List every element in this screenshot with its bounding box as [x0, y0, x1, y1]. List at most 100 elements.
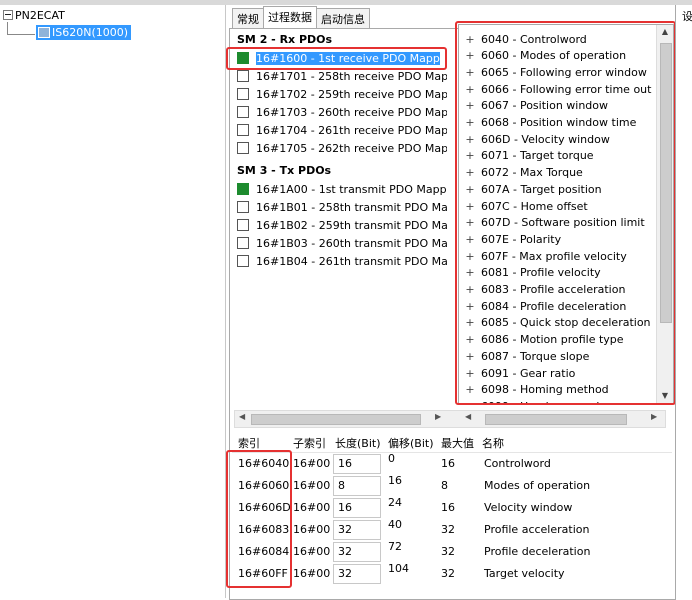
- length-field[interactable]: 32: [333, 542, 381, 562]
- object-item[interactable]: +607F - Max profile velocity: [465, 248, 626, 264]
- col-length[interactable]: 长度(Bit): [335, 435, 381, 451]
- table-row[interactable]: 16#6040 16#00 16 0 16 Controlword: [232, 452, 672, 475]
- device-tree[interactable]: PN2ECAT IS620N(1000): [0, 5, 226, 598]
- scroll-right-icon[interactable]: ▶: [435, 412, 441, 421]
- object-item[interactable]: +6098 - Homing method: [465, 382, 608, 398]
- tree-item-device[interactable]: IS620N(1000): [36, 25, 132, 40]
- pdo-checkbox[interactable]: [237, 88, 249, 100]
- tab-process-data[interactable]: 过程数据: [263, 6, 317, 28]
- object-item[interactable]: +607D - Software position limit: [465, 215, 644, 231]
- tx-pdo-item[interactable]: 16#1B04 - 261th transmit PDO Ma: [237, 252, 447, 270]
- length-field[interactable]: 16: [333, 454, 381, 474]
- scroll-down-icon[interactable]: ▼: [660, 391, 670, 401]
- object-item[interactable]: +6066 - Following error time out: [465, 81, 651, 97]
- pdo-checkbox[interactable]: [237, 106, 249, 118]
- rx-pdo-item[interactable]: 16#1702 - 259th receive PDO Map: [237, 85, 447, 103]
- expand-icon[interactable]: +: [465, 283, 475, 296]
- col-index[interactable]: 索引: [238, 435, 260, 451]
- expand-icon[interactable]: +: [465, 99, 475, 112]
- object-item[interactable]: +6067 - Position window: [465, 98, 608, 114]
- pdo-checkbox[interactable]: [237, 201, 249, 213]
- col-offset[interactable]: 偏移(Bit): [388, 435, 434, 451]
- object-item[interactable]: +6091 - Gear ratio: [465, 365, 575, 381]
- col-subindex[interactable]: 子索引: [293, 435, 326, 451]
- length-field[interactable]: 16: [333, 498, 381, 518]
- pdo-checkbox[interactable]: [237, 219, 249, 231]
- rx-pdo-item[interactable]: 16#1701 - 258th receive PDO Map: [237, 67, 447, 85]
- expand-icon[interactable]: +: [465, 83, 475, 96]
- length-field[interactable]: 32: [333, 564, 381, 584]
- expand-icon[interactable]: +: [465, 333, 475, 346]
- table-row[interactable]: 16#6083 16#00 32 40 32 Profile acceleration: [232, 518, 672, 541]
- expand-icon[interactable]: +: [465, 166, 475, 179]
- object-item[interactable]: +6040 - Controlword: [465, 31, 586, 47]
- horizontal-scrollbar[interactable]: ◀ ▶ ◀ ▶: [234, 410, 666, 428]
- object-item[interactable]: +607E - Polarity: [465, 231, 561, 247]
- collapse-icon[interactable]: [3, 10, 13, 20]
- expand-icon[interactable]: +: [465, 250, 475, 263]
- object-dictionary-list[interactable]: +6040 - Controlword +6060 - Modes of oper…: [458, 24, 674, 404]
- pdo-checkbox[interactable]: [237, 70, 249, 82]
- expand-icon[interactable]: +: [465, 367, 475, 380]
- object-item[interactable]: +6060 - Modes of operation: [465, 48, 626, 64]
- col-max[interactable]: 最大值: [441, 435, 474, 451]
- expand-icon[interactable]: +: [465, 149, 475, 162]
- table-row[interactable]: 16#6084 16#00 32 72 32 Profile deceleration: [232, 540, 672, 563]
- object-item[interactable]: +6084 - Profile deceleration: [465, 298, 626, 314]
- rx-pdo-item[interactable]: 16#1705 - 262th receive PDO Map: [237, 139, 447, 157]
- expand-icon[interactable]: +: [465, 233, 475, 246]
- pdo-checkbox[interactable]: [237, 52, 249, 64]
- tab-startup[interactable]: 启动信息: [316, 8, 370, 28]
- pdo-checkbox[interactable]: [237, 255, 249, 267]
- object-item[interactable]: +607A - Target position: [465, 181, 601, 197]
- scroll-thumb[interactable]: [660, 43, 672, 323]
- scroll-left-icon[interactable]: ◀: [465, 412, 471, 421]
- table-row[interactable]: 16#6060 16#00 8 16 8 Modes of operation: [232, 474, 672, 497]
- expand-icon[interactable]: +: [465, 200, 475, 213]
- object-item[interactable]: +6086 - Motion profile type: [465, 332, 623, 348]
- tx-pdo-item[interactable]: 16#1B01 - 258th transmit PDO Ma: [237, 198, 447, 216]
- expand-icon[interactable]: +: [465, 383, 475, 396]
- rx-pdo-item[interactable]: 16#1704 - 261th receive PDO Map: [237, 121, 447, 139]
- rx-pdo-item[interactable]: 16#1703 - 260th receive PDO Map: [237, 103, 447, 121]
- expand-icon[interactable]: +: [465, 133, 475, 146]
- tx-pdo-item[interactable]: 16#1B03 - 260th transmit PDO Ma: [237, 234, 447, 252]
- object-item[interactable]: +607C - Home offset: [465, 198, 587, 214]
- pdo-checkbox[interactable]: [237, 142, 249, 154]
- scroll-thumb[interactable]: [485, 414, 627, 425]
- expand-icon[interactable]: +: [465, 33, 475, 46]
- pdo-checkbox[interactable]: [237, 183, 249, 195]
- object-item[interactable]: +6068 - Position window time: [465, 115, 636, 131]
- expand-icon[interactable]: +: [465, 116, 475, 129]
- length-field[interactable]: 8: [333, 476, 381, 496]
- pdo-checkbox[interactable]: [237, 237, 249, 249]
- expand-icon[interactable]: +: [465, 66, 475, 79]
- scroll-right-icon[interactable]: ▶: [651, 412, 657, 421]
- scroll-up-icon[interactable]: ▲: [660, 27, 670, 37]
- tx-pdo-item[interactable]: 16#1A00 - 1st transmit PDO Mappi: [237, 180, 447, 198]
- object-item[interactable]: +606D - Velocity window: [465, 131, 609, 147]
- expand-icon[interactable]: +: [465, 183, 475, 196]
- expand-icon[interactable]: +: [465, 300, 475, 313]
- tree-root[interactable]: PN2ECAT: [3, 8, 65, 22]
- length-field[interactable]: 32: [333, 520, 381, 540]
- tab-general[interactable]: 常规: [232, 8, 264, 28]
- expand-icon[interactable]: +: [465, 316, 475, 329]
- object-item[interactable]: +6085 - Quick stop deceleration: [465, 315, 650, 331]
- col-name[interactable]: 名称: [482, 435, 504, 451]
- object-item[interactable]: +6065 - Following error window: [465, 64, 646, 80]
- vertical-scrollbar[interactable]: ▲ ▼: [656, 25, 673, 403]
- expand-icon[interactable]: +: [465, 350, 475, 363]
- expand-icon[interactable]: +: [465, 400, 475, 403]
- object-item[interactable]: +6083 - Profile acceleration: [465, 282, 625, 298]
- table-row[interactable]: 16#606D 16#00 16 24 16 Velocity window: [232, 496, 672, 519]
- object-item[interactable]: +6072 - Max Torque: [465, 165, 582, 181]
- rx-pdo-item[interactable]: 16#1600 - 1st receive PDO Mapp: [237, 49, 447, 67]
- pdo-checkbox[interactable]: [237, 124, 249, 136]
- object-item[interactable]: +6081 - Profile velocity: [465, 265, 600, 281]
- expand-icon[interactable]: +: [465, 216, 475, 229]
- expand-icon[interactable]: +: [465, 49, 475, 62]
- table-row[interactable]: 16#60FF 16#00 32 104 32 Target velocity: [232, 562, 672, 585]
- object-item[interactable]: +6071 - Target torque: [465, 148, 593, 164]
- object-item[interactable]: +6099 - Homing speeds: [465, 398, 605, 403]
